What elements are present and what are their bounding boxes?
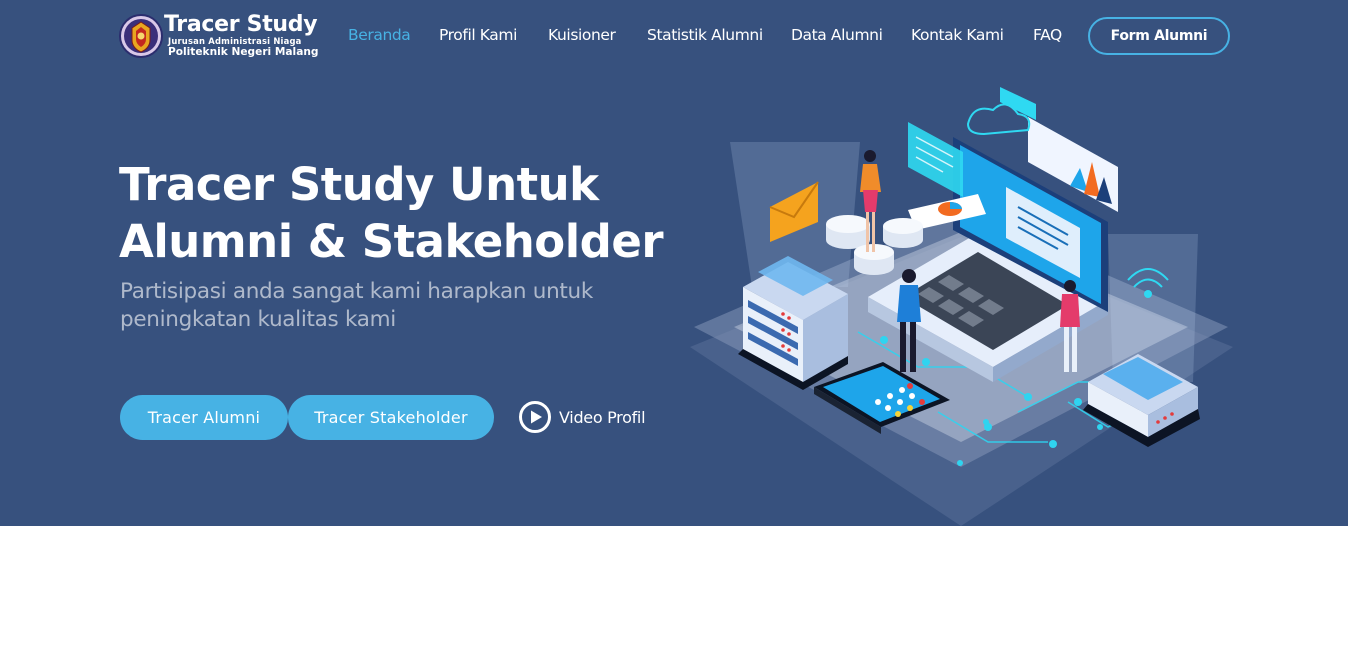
video-profil-label: Video Profil [559, 407, 646, 427]
play-circle-icon [519, 401, 551, 433]
university-emblem-icon [119, 14, 163, 58]
hero-section: Tracer Study Jurusan Administrasi Niaga … [0, 0, 1348, 526]
nav-item-beranda[interactable]: Beranda [348, 26, 411, 44]
site-logo[interactable]: Tracer Study Jurusan Administrasi Niaga … [119, 12, 319, 61]
hero-illustration [690, 87, 1233, 526]
tracer-alumni-button[interactable]: Tracer Alumni [120, 395, 288, 440]
form-alumni-button[interactable]: Form Alumni [1088, 17, 1230, 55]
nav-item-kontak-kami[interactable]: Kontak Kami [911, 26, 1004, 44]
logo-subtitle-institution: Politeknik Negeri Malang [168, 46, 319, 58]
hero-subtitle: Partisipasi anda sangat kami harapkan un… [120, 279, 594, 332]
tracer-stakeholder-button[interactable]: Tracer Stakeholder [288, 395, 494, 440]
nav-item-faq[interactable]: FAQ [1033, 26, 1062, 44]
hero-title: Tracer Study Untuk Alumni & Stakeholder [119, 158, 664, 268]
nav-item-kuisioner[interactable]: Kuisioner [548, 26, 616, 44]
nav-item-profil-kami[interactable]: Profil Kami [439, 26, 517, 44]
logo-subtitle-department: Jurusan Administrasi Niaga [168, 36, 302, 46]
logo-title: Tracer Study [164, 12, 318, 37]
video-profil-link[interactable]: Video Profil [518, 400, 646, 434]
nav-item-statistik-alumni[interactable]: Statistik Alumni [647, 26, 763, 44]
nav-item-data-alumni[interactable]: Data Alumni [791, 26, 883, 44]
